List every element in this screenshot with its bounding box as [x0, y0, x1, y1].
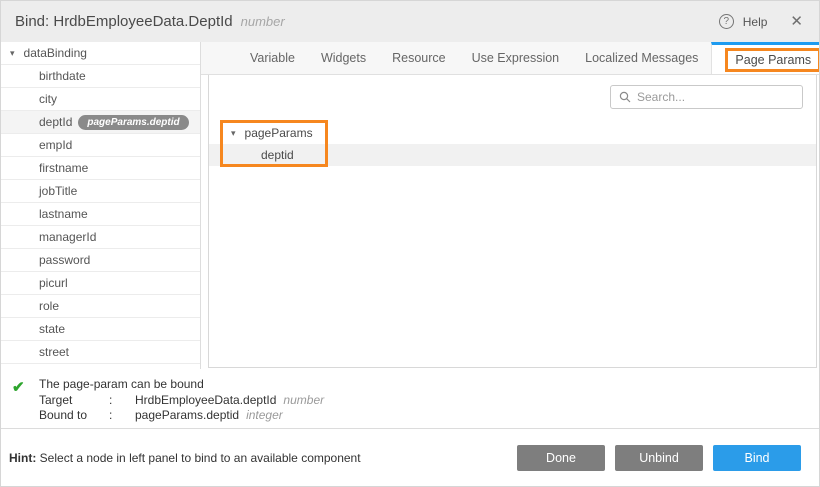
hint-body: Select a node in left panel to bind to a… — [40, 451, 361, 465]
search-box[interactable] — [610, 85, 803, 109]
tab-label: Variable — [250, 51, 295, 65]
status-message: The page-param can be bound — [39, 377, 819, 393]
status-value-type: integer — [246, 408, 283, 422]
tree-node-jobtitle[interactable]: jobTitle — [1, 180, 200, 203]
tree-node-label: picurl — [39, 276, 68, 290]
tree-node-label: deptId — [39, 115, 72, 129]
tree-node-label: city — [39, 92, 57, 106]
help-icon[interactable]: ? — [719, 14, 734, 29]
tree-node-empid[interactable]: empId — [1, 134, 200, 157]
tab-bar: Variable Widgets Resource Use Expression… — [201, 42, 819, 75]
tree-node-databinding[interactable]: ▾ dataBinding — [1, 42, 200, 65]
hint-label: Hint: — [9, 451, 36, 465]
tree-node-label: birthdate — [39, 69, 86, 83]
status-label: Target — [39, 393, 109, 409]
status-separator: : — [109, 408, 135, 424]
page-params-tree: ▾ pageParams deptid — [209, 122, 816, 166]
collapse-arrow-icon[interactable]: ▾ — [10, 48, 15, 59]
close-icon[interactable]: ✕ — [790, 14, 803, 29]
status-value: HrdbEmployeeData.deptId — [135, 393, 276, 407]
tree-node-deptid-param[interactable]: deptid — [209, 144, 816, 166]
tab-use-expression[interactable]: Use Expression — [459, 42, 573, 74]
tree-node-city[interactable]: city — [1, 88, 200, 111]
binding-badge: pageParams.deptid — [78, 115, 188, 130]
status-label: Bound to — [39, 408, 109, 424]
tree-node-label: street — [39, 345, 69, 359]
tree-node-label: firstname — [39, 161, 88, 175]
tab-label: Widgets — [321, 51, 366, 65]
tab-label: Use Expression — [472, 51, 560, 65]
status-separator: : — [109, 393, 135, 409]
search-input[interactable] — [637, 90, 794, 104]
page-params-content: ▾ pageParams deptid — [208, 75, 817, 368]
tab-page-params[interactable]: Page Params — [711, 42, 820, 74]
status-value: pageParams.deptid — [135, 408, 239, 422]
dialog-title-type: number — [241, 14, 285, 29]
tree-node-lastname[interactable]: lastname — [1, 203, 200, 226]
status-target-row: Target:HrdbEmployeeData.deptId number — [39, 393, 819, 409]
status-boundto-row: Bound to:pageParams.deptid integer — [39, 408, 819, 424]
tree-node-label: dataBinding — [24, 46, 87, 60]
tree-node-managerid[interactable]: managerId — [1, 226, 200, 249]
status-value-type: number — [283, 393, 324, 407]
success-check-icon: ✔ — [12, 378, 25, 396]
tab-localized-messages[interactable]: Localized Messages — [572, 42, 711, 74]
tree-node-label: password — [39, 253, 90, 267]
tree-node-label: state — [39, 322, 65, 336]
hint-text: Hint: Select a node in left panel to bin… — [9, 451, 361, 465]
tree-node-picurl[interactable]: picurl — [1, 272, 200, 295]
data-binding-tree: ▾ dataBinding birthdate city deptId page… — [1, 42, 201, 369]
tree-node-deptid[interactable]: deptId pageParams.deptid — [1, 111, 200, 134]
tree-node-street[interactable]: street — [1, 341, 200, 364]
tree-node-password[interactable]: password — [1, 249, 200, 272]
binding-source-panel: Variable Widgets Resource Use Expression… — [201, 42, 819, 369]
annotation-highlight-box: Page Params — [725, 48, 820, 72]
tree-node-label: deptid — [261, 148, 294, 162]
bind-dialog: Bind: HrdbEmployeeData.DeptId number ? H… — [0, 0, 820, 487]
binding-status: ✔ The page-param can be bound Target:Hrd… — [1, 369, 819, 429]
tree-node-label: lastname — [39, 207, 88, 221]
tree-node-label: empId — [39, 138, 72, 152]
tree-node-label: managerId — [39, 230, 96, 244]
tree-node-pageparams[interactable]: ▾ pageParams — [209, 122, 816, 144]
help-link[interactable]: Help — [743, 15, 768, 29]
tab-label: Resource — [392, 51, 446, 65]
tab-label: Page Params — [735, 53, 811, 67]
tree-node-birthdate[interactable]: birthdate — [1, 65, 200, 88]
collapse-arrow-icon[interactable]: ▾ — [231, 128, 236, 139]
tree-node-role[interactable]: role — [1, 295, 200, 318]
dialog-header: Bind: HrdbEmployeeData.DeptId number ? H… — [1, 1, 819, 42]
tab-variable[interactable]: Variable — [237, 42, 308, 74]
bind-button[interactable]: Bind — [713, 445, 801, 471]
tree-node-label: jobTitle — [39, 184, 77, 198]
tree-node-label: role — [39, 299, 59, 313]
tab-label: Localized Messages — [585, 51, 698, 65]
tree-node-state[interactable]: state — [1, 318, 200, 341]
tab-widgets[interactable]: Widgets — [308, 42, 379, 74]
unbind-button[interactable]: Unbind — [615, 445, 703, 471]
tab-resource[interactable]: Resource — [379, 42, 459, 74]
done-button[interactable]: Done — [517, 445, 605, 471]
search-icon — [619, 91, 631, 103]
tree-node-firstname[interactable]: firstname — [1, 157, 200, 180]
dialog-title: Bind: HrdbEmployeeData.DeptId — [15, 13, 233, 30]
dialog-footer: Hint: Select a node in left panel to bin… — [1, 429, 819, 487]
tree-node-label: pageParams — [245, 126, 313, 140]
